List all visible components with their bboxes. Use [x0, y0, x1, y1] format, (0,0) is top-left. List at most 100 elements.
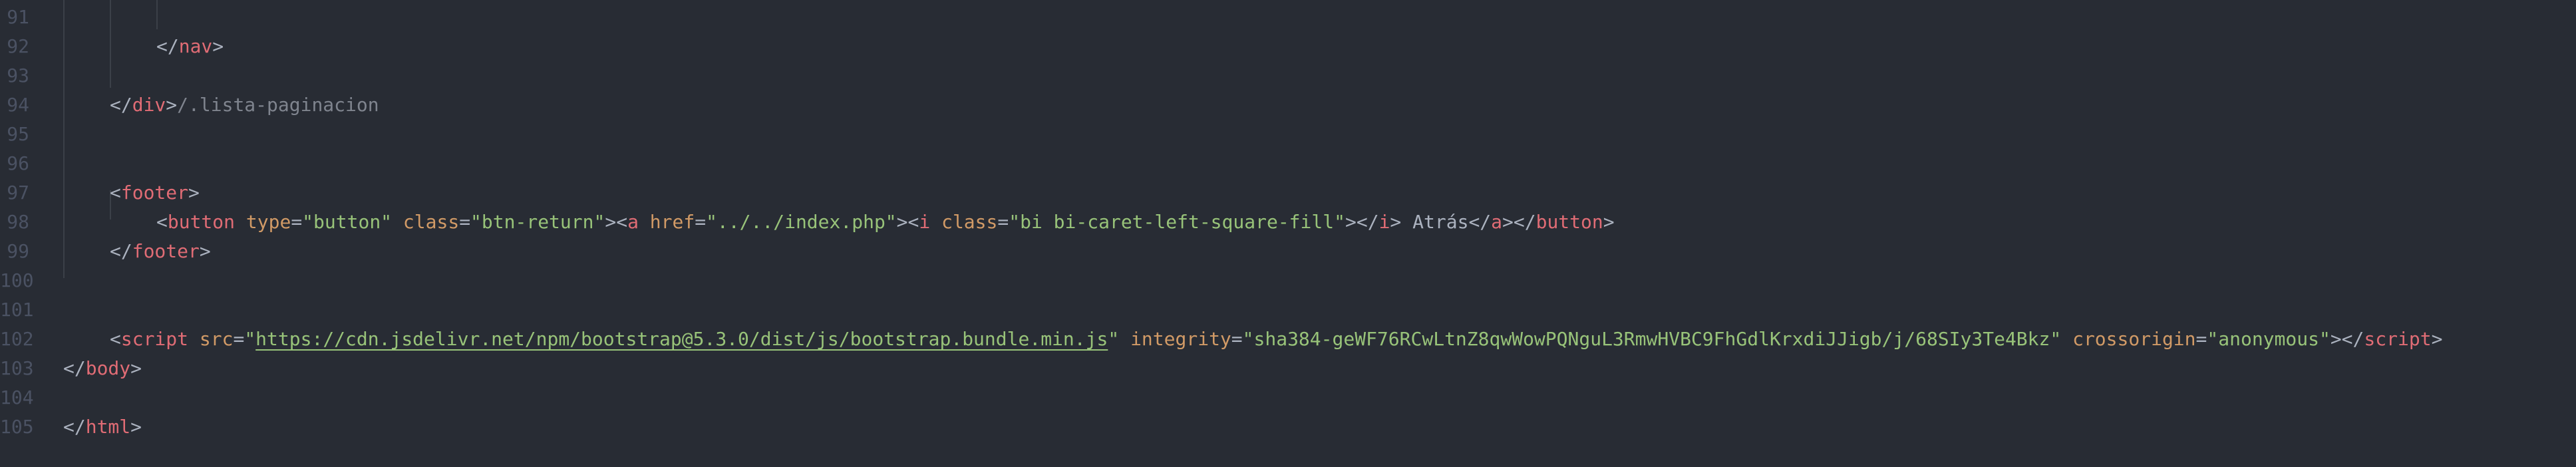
- token-tag: footer: [132, 240, 200, 262]
- code-text[interactable]: </nav>: [156, 32, 224, 61]
- token-punct: =: [997, 211, 1009, 233]
- code-line[interactable]: 100: [0, 266, 2576, 295]
- token-str: "bi bi-caret-left-square-fill": [1009, 211, 1345, 233]
- token-tag: i: [919, 211, 931, 233]
- code-text[interactable]: </div>/.lista-paginacion: [110, 90, 379, 120]
- token-punct: >: [188, 182, 200, 204]
- line-number: 97: [7, 182, 29, 204]
- line-number: 99: [7, 240, 29, 262]
- token-attr: class: [941, 211, 998, 233]
- token-tag: nav: [178, 35, 213, 57]
- token-tag: button: [167, 211, 236, 233]
- line-number: 105: [0, 416, 34, 438]
- code-text[interactable]: <footer>: [110, 178, 200, 208]
- code-text[interactable]: </html>: [63, 412, 142, 442]
- token-attr: type: [245, 211, 291, 233]
- line-number: 104: [0, 387, 34, 408]
- code-line[interactable]: 103 </body>: [0, 354, 2576, 383]
- line-number: 103: [0, 357, 34, 379]
- code-line[interactable]: 102 <script src="https://cdn.jsdelivr.net…: [0, 325, 2576, 354]
- token-str: "button": [302, 211, 393, 233]
- token-str: "sha384-geWF76RCwLtnZ8qwWowPQNguL3RmwHVB…: [1242, 328, 2062, 350]
- token-tag: html: [85, 416, 131, 438]
- token-punct: </: [63, 416, 86, 438]
- code-text[interactable]: <button type="button" class="btn-return"…: [156, 208, 1615, 237]
- code-line[interactable]: 104: [0, 383, 2576, 412]
- token-punct: </: [156, 35, 179, 57]
- token-punct: ></: [2330, 328, 2364, 350]
- code-text[interactable]: </body>: [63, 354, 142, 383]
- token-tag: body: [85, 357, 131, 379]
- code-line[interactable]: 92 </nav>: [0, 32, 2576, 61]
- token-txt: Atrás: [1401, 211, 1469, 233]
- token-punct: </: [110, 94, 132, 116]
- code-text[interactable]: <script src="https://cdn.jsdelivr.net/np…: [110, 325, 2442, 354]
- code-line[interactable]: 96: [0, 149, 2576, 178]
- token-punct: <: [156, 211, 168, 233]
- token-tag: i: [1378, 211, 1390, 233]
- token-str: "../../index.php": [706, 211, 897, 233]
- token-punct: >: [166, 94, 178, 116]
- line-number: 102: [0, 328, 34, 350]
- line-number: 94: [7, 94, 29, 116]
- code-line[interactable]: 99 </footer>: [0, 237, 2576, 266]
- line-number: 100: [0, 269, 34, 291]
- token-attr: class: [402, 211, 460, 233]
- code-line[interactable]: 98 <button type="button" class="btn-retur…: [0, 208, 2576, 237]
- token-tag: a: [1491, 211, 1503, 233]
- code-line[interactable]: 93: [0, 61, 2576, 90]
- code-line[interactable]: 97 <footer>: [0, 178, 2576, 208]
- token-punct: ><: [896, 211, 919, 233]
- token-punct: =: [233, 328, 245, 350]
- token-str: "btn-return": [470, 211, 605, 233]
- code-text[interactable]: </footer>: [110, 237, 211, 266]
- code-line[interactable]: 95: [0, 120, 2576, 149]
- line-number: 101: [0, 299, 34, 321]
- token-punct: =: [695, 211, 707, 233]
- token-tag: script: [120, 328, 189, 350]
- token-punct: >: [1603, 211, 1615, 233]
- code-line[interactable]: 101: [0, 295, 2576, 325]
- token-punct: </: [63, 357, 86, 379]
- line-number: 98: [7, 211, 29, 233]
- token-attr: src: [199, 328, 234, 350]
- token-punct: ></: [1502, 211, 1536, 233]
- token-attr: crossorigin: [2072, 328, 2196, 350]
- code-line[interactable]: 91: [0, 3, 2576, 32]
- line-number: 96: [7, 152, 29, 174]
- token-punct: >: [130, 357, 142, 379]
- token-tag: footer: [120, 182, 189, 204]
- token-punct: >: [1390, 211, 1402, 233]
- token-punct: ><: [605, 211, 628, 233]
- line-number: 95: [7, 123, 29, 145]
- token-punct: >: [2431, 328, 2443, 350]
- token-url[interactable]: https://cdn.jsdelivr.net/npm/bootstrap@5…: [255, 328, 1108, 350]
- code-editor[interactable]: 91 92 </nav> 93 94 </div>/.lista-paginacion 95…: [0, 0, 2576, 467]
- token-punct: </: [1468, 211, 1492, 233]
- token-punct: <: [110, 182, 121, 204]
- code-line[interactable]: 105 </html>: [0, 412, 2576, 442]
- line-number: 92: [7, 35, 29, 57]
- token-punct: </: [110, 240, 132, 262]
- token-attr: href: [649, 211, 695, 233]
- token-punct: =: [459, 211, 471, 233]
- token-str: "anonymous": [2207, 328, 2331, 350]
- code-line[interactable]: 94 </div>/.lista-paginacion: [0, 90, 2576, 120]
- token-tag: div: [132, 94, 166, 116]
- token-punct: =: [1231, 328, 1243, 350]
- token-punct: =: [291, 211, 303, 233]
- token-attr: integrity: [1130, 328, 1231, 350]
- token-punct: >: [130, 416, 142, 438]
- token-punct: ></: [1345, 211, 1379, 233]
- token-punct: =: [2195, 328, 2207, 350]
- token-str: ": [1108, 328, 1120, 350]
- token-tag: script: [2364, 328, 2432, 350]
- token-cmt: /.lista-paginacion: [177, 94, 379, 116]
